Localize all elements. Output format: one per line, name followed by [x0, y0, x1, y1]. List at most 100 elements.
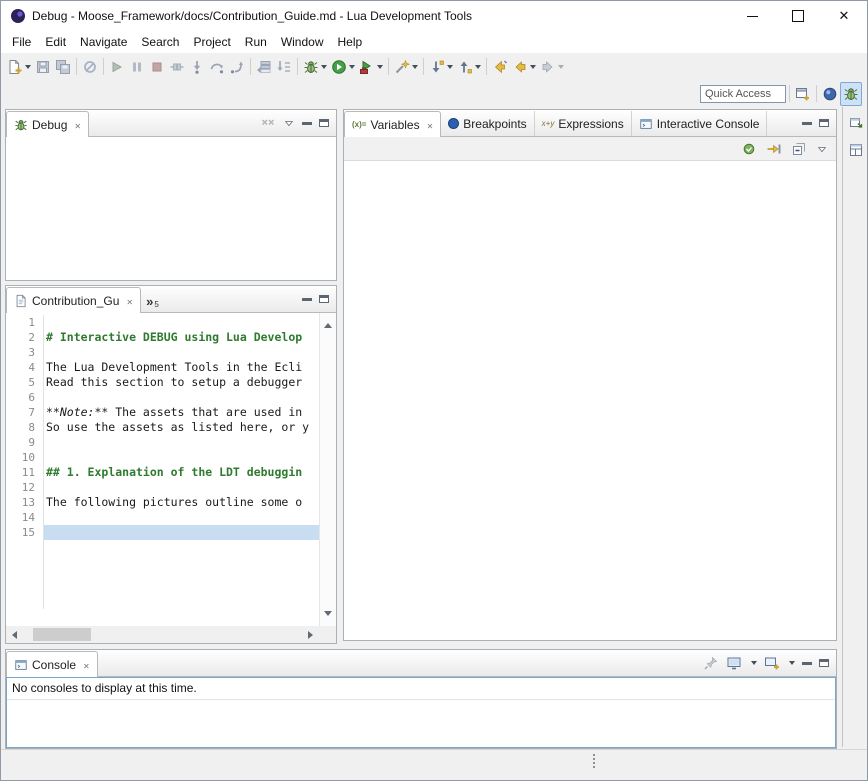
run-button[interactable]	[329, 56, 357, 78]
line-text[interactable]	[43, 345, 319, 360]
hidden-editors-chevron[interactable]: 5	[141, 294, 164, 312]
dropdown-arrow-icon[interactable]	[789, 661, 795, 665]
collapse-all-icon[interactable]	[791, 141, 807, 157]
external-tools-button[interactable]	[357, 56, 385, 78]
save-all-button[interactable]	[53, 56, 73, 78]
minimize-view-icon[interactable]	[302, 122, 312, 125]
line-text[interactable]: **Note:** The assets that are used in	[43, 405, 319, 420]
console-view-body[interactable]: No consoles to display at this time.	[6, 677, 836, 748]
line-number[interactable]: 5	[6, 375, 43, 390]
minimize-view-icon[interactable]	[802, 662, 812, 665]
menu-project[interactable]: Project	[186, 33, 237, 51]
variables-view-body[interactable]	[344, 161, 836, 640]
debug-view-body[interactable]	[6, 137, 336, 280]
dropdown-arrow-icon[interactable]	[412, 65, 418, 69]
dropdown-arrow-icon[interactable]	[377, 65, 383, 69]
line-number[interactable]: 9	[6, 435, 43, 450]
line-number[interactable]: 2	[6, 330, 43, 345]
maximize-view-icon[interactable]	[319, 119, 329, 127]
line-text[interactable]	[43, 315, 319, 330]
dropdown-arrow-icon[interactable]	[530, 65, 536, 69]
step-return-button[interactable]	[227, 56, 247, 78]
line-number[interactable]: 3	[6, 345, 43, 360]
back-button[interactable]	[510, 56, 538, 78]
minimize-window-button[interactable]	[729, 1, 775, 31]
line-text[interactable]	[43, 390, 319, 405]
terminate-button[interactable]	[147, 56, 167, 78]
close-tab-icon[interactable]	[424, 118, 434, 132]
menu-navigate[interactable]: Navigate	[73, 33, 134, 51]
next-annotation-button[interactable]	[427, 56, 455, 78]
drop-to-frame-button[interactable]	[254, 56, 274, 78]
suspend-button[interactable]	[127, 56, 147, 78]
line-text[interactable]: So use the assets as listed here, or y	[43, 420, 319, 435]
editor-vertical-scrollbar[interactable]	[319, 313, 336, 626]
view-menu-icon[interactable]	[283, 117, 295, 129]
editor-text-area[interactable]: 1 2# Interactive DEBUG using Lua Develop…	[6, 315, 319, 626]
line-text[interactable]	[43, 510, 319, 525]
step-into-button[interactable]	[187, 56, 207, 78]
line-text[interactable]: The following pictures outline some o	[43, 495, 319, 510]
line-number[interactable]: 12	[6, 480, 43, 495]
line-number[interactable]: 10	[6, 450, 43, 465]
new-wizard-button[interactable]	[5, 56, 33, 78]
remove-all-terminated-icon[interactable]	[260, 115, 276, 131]
show-logical-structures-icon[interactable]	[766, 141, 782, 157]
tab-breakpoints[interactable]: Breakpoints	[441, 111, 534, 136]
save-button[interactable]	[33, 56, 53, 78]
debug-perspective-button[interactable]	[840, 82, 862, 106]
line-text[interactable]	[43, 435, 319, 450]
pin-console-icon[interactable]	[703, 655, 719, 671]
previous-annotation-button[interactable]	[455, 56, 483, 78]
tab-variables[interactable]: (x)= Variables	[344, 111, 441, 137]
scroll-left-icon[interactable]	[6, 626, 23, 643]
dropdown-arrow-icon[interactable]	[447, 65, 453, 69]
menu-search[interactable]: Search	[134, 33, 186, 51]
dropdown-arrow-icon[interactable]	[321, 65, 327, 69]
dropdown-arrow-icon[interactable]	[475, 65, 481, 69]
skip-all-breakpoints-button[interactable]	[80, 56, 100, 78]
tab-console[interactable]: Console	[6, 651, 98, 677]
line-text[interactable]	[43, 525, 319, 540]
line-text[interactable]: ## 1. Explanation of the LDT debuggin	[43, 465, 319, 480]
menu-edit[interactable]: Edit	[38, 33, 73, 51]
close-tab-icon[interactable]	[123, 294, 133, 308]
editor-body[interactable]: 1 2# Interactive DEBUG using Lua Develop…	[6, 313, 336, 643]
lua-tools-button[interactable]	[392, 56, 420, 78]
tab-contribution-guide[interactable]: Contribution_Gu	[6, 287, 141, 313]
line-number[interactable]: 15	[6, 525, 43, 540]
menu-help[interactable]: Help	[331, 33, 370, 51]
ldt-perspective-button[interactable]	[820, 83, 840, 105]
scrollbar-thumb[interactable]	[33, 628, 91, 641]
line-number[interactable]: 8	[6, 420, 43, 435]
show-type-names-icon[interactable]	[741, 141, 757, 157]
scrollbar-track[interactable]	[23, 626, 302, 643]
line-number[interactable]: 14	[6, 510, 43, 525]
maximize-view-icon[interactable]	[819, 659, 829, 667]
maximize-view-icon[interactable]	[319, 295, 329, 303]
menu-window[interactable]: Window	[274, 33, 331, 51]
line-number[interactable]: 1	[6, 315, 43, 330]
line-number[interactable]: 13	[6, 495, 43, 510]
menu-file[interactable]: File	[5, 33, 38, 51]
menu-run[interactable]: Run	[238, 33, 274, 51]
use-step-filters-button[interactable]	[274, 56, 294, 78]
scroll-down-icon[interactable]	[320, 605, 337, 622]
scroll-up-icon[interactable]	[320, 317, 337, 334]
sash-grip[interactable]	[593, 754, 595, 768]
forward-button[interactable]	[538, 56, 566, 78]
open-console-icon[interactable]	[764, 655, 780, 671]
minimize-view-icon[interactable]	[302, 298, 312, 301]
minimize-view-icon[interactable]	[802, 122, 812, 125]
dropdown-arrow-icon[interactable]	[558, 65, 564, 69]
line-text[interactable]: Read this section to setup a debugger	[43, 375, 319, 390]
debug-button[interactable]	[301, 56, 329, 78]
dropdown-arrow-icon[interactable]	[349, 65, 355, 69]
restore-views-icon[interactable]	[848, 114, 864, 130]
view-menu-icon[interactable]	[816, 143, 828, 155]
line-text[interactable]	[43, 480, 319, 495]
scroll-right-icon[interactable]	[302, 626, 319, 643]
line-number[interactable]: 4	[6, 360, 43, 375]
tab-debug[interactable]: Debug	[6, 111, 89, 137]
last-edit-location-button[interactable]	[490, 56, 510, 78]
